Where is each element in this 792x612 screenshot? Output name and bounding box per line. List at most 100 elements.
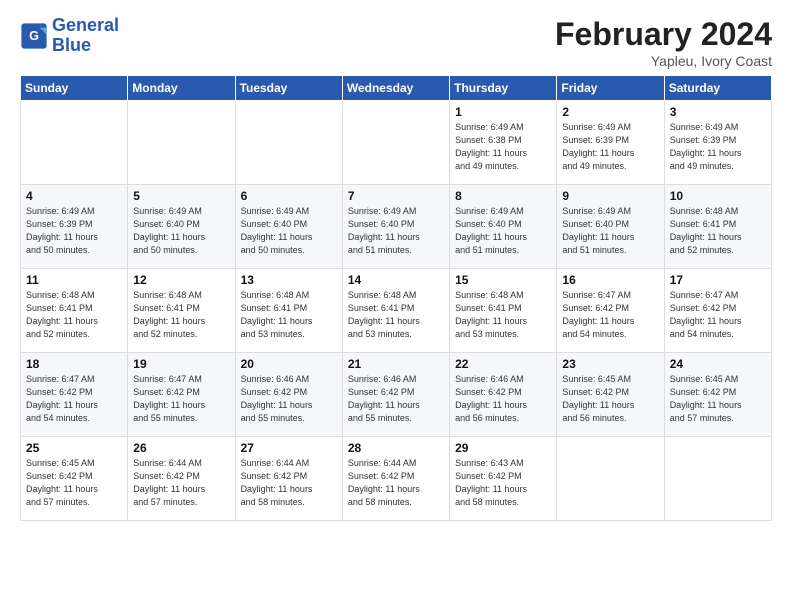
logo-line2: Blue	[52, 35, 91, 55]
calendar-cell	[21, 101, 128, 185]
day-info: Sunrise: 6:49 AM Sunset: 6:39 PM Dayligh…	[26, 205, 122, 257]
day-info: Sunrise: 6:46 AM Sunset: 6:42 PM Dayligh…	[455, 373, 551, 425]
calendar-cell	[342, 101, 449, 185]
day-info: Sunrise: 6:48 AM Sunset: 6:41 PM Dayligh…	[26, 289, 122, 341]
day-info: Sunrise: 6:47 AM Sunset: 6:42 PM Dayligh…	[26, 373, 122, 425]
day-number: 24	[670, 357, 766, 371]
day-number: 7	[348, 189, 444, 203]
day-number: 29	[455, 441, 551, 455]
calendar-cell: 27 Sunrise: 6:44 AM Sunset: 6:42 PM Dayli…	[235, 437, 342, 521]
calendar-cell	[664, 437, 771, 521]
calendar-title: February 2024	[555, 16, 772, 53]
calendar-cell: 13 Sunrise: 6:48 AM Sunset: 6:41 PM Dayli…	[235, 269, 342, 353]
day-info: Sunrise: 6:44 AM Sunset: 6:42 PM Dayligh…	[348, 457, 444, 509]
logo-text: General Blue	[52, 16, 119, 56]
day-number: 17	[670, 273, 766, 287]
day-number: 11	[26, 273, 122, 287]
day-number: 21	[348, 357, 444, 371]
calendar-cell: 16 Sunrise: 6:47 AM Sunset: 6:42 PM Dayli…	[557, 269, 664, 353]
day-info: Sunrise: 6:43 AM Sunset: 6:42 PM Dayligh…	[455, 457, 551, 509]
day-number: 13	[241, 273, 337, 287]
day-info: Sunrise: 6:48 AM Sunset: 6:41 PM Dayligh…	[241, 289, 337, 341]
calendar-cell: 26 Sunrise: 6:44 AM Sunset: 6:42 PM Dayli…	[128, 437, 235, 521]
calendar-cell: 29 Sunrise: 6:43 AM Sunset: 6:42 PM Dayli…	[450, 437, 557, 521]
day-info: Sunrise: 6:49 AM Sunset: 6:38 PM Dayligh…	[455, 121, 551, 173]
calendar-header-row: SundayMondayTuesdayWednesdayThursdayFrid…	[21, 76, 772, 101]
day-info: Sunrise: 6:48 AM Sunset: 6:41 PM Dayligh…	[670, 205, 766, 257]
day-number: 19	[133, 357, 229, 371]
calendar-cell: 4 Sunrise: 6:49 AM Sunset: 6:39 PM Daylig…	[21, 185, 128, 269]
calendar-cell: 14Sunrise: 6:48 AM Sunset: 6:41 PM Dayli…	[342, 269, 449, 353]
calendar-cell: 6 Sunrise: 6:49 AM Sunset: 6:40 PM Daylig…	[235, 185, 342, 269]
day-number: 25	[26, 441, 122, 455]
logo-line1: General	[52, 15, 119, 35]
calendar-cell	[235, 101, 342, 185]
day-info: Sunrise: 6:49 AM Sunset: 6:40 PM Dayligh…	[348, 205, 444, 257]
day-info: Sunrise: 6:48 AM Sunset: 6:41 PM Dayligh…	[348, 289, 444, 341]
calendar-cell: 21 Sunrise: 6:46 AM Sunset: 6:42 PM Dayli…	[342, 353, 449, 437]
page: G General Blue February 2024 Yapleu, Ivo…	[0, 0, 792, 612]
day-info: Sunrise: 6:49 AM Sunset: 6:39 PM Dayligh…	[670, 121, 766, 173]
calendar-cell: 25Sunrise: 6:45 AM Sunset: 6:42 PM Dayli…	[21, 437, 128, 521]
calendar-cell: 1 Sunrise: 6:49 AM Sunset: 6:38 PM Daylig…	[450, 101, 557, 185]
day-info: Sunrise: 6:49 AM Sunset: 6:39 PM Dayligh…	[562, 121, 658, 173]
calendar-cell: 7 Sunrise: 6:49 AM Sunset: 6:40 PM Daylig…	[342, 185, 449, 269]
day-info: Sunrise: 6:44 AM Sunset: 6:42 PM Dayligh…	[133, 457, 229, 509]
calendar-cell	[557, 437, 664, 521]
day-info: Sunrise: 6:48 AM Sunset: 6:41 PM Dayligh…	[133, 289, 229, 341]
day-number: 23	[562, 357, 658, 371]
day-number: 12	[133, 273, 229, 287]
day-number: 3	[670, 105, 766, 119]
day-info: Sunrise: 6:46 AM Sunset: 6:42 PM Dayligh…	[348, 373, 444, 425]
day-number: 1	[455, 105, 551, 119]
calendar-cell: 10 Sunrise: 6:48 AM Sunset: 6:41 PM Dayli…	[664, 185, 771, 269]
day-number: 20	[241, 357, 337, 371]
day-info: Sunrise: 6:45 AM Sunset: 6:42 PM Dayligh…	[670, 373, 766, 425]
calendar-subtitle: Yapleu, Ivory Coast	[555, 53, 772, 69]
day-header-saturday: Saturday	[664, 76, 771, 101]
calendar-cell: 5Sunrise: 6:49 AM Sunset: 6:40 PM Daylig…	[128, 185, 235, 269]
calendar-week-1: 4 Sunrise: 6:49 AM Sunset: 6:39 PM Daylig…	[21, 185, 772, 269]
day-info: Sunrise: 6:47 AM Sunset: 6:42 PM Dayligh…	[133, 373, 229, 425]
day-info: Sunrise: 6:49 AM Sunset: 6:40 PM Dayligh…	[241, 205, 337, 257]
calendar-week-3: 18 Sunrise: 6:47 AM Sunset: 6:42 PM Dayli…	[21, 353, 772, 437]
day-header-tuesday: Tuesday	[235, 76, 342, 101]
day-number: 26	[133, 441, 229, 455]
day-info: Sunrise: 6:47 AM Sunset: 6:42 PM Dayligh…	[670, 289, 766, 341]
calendar-cell: 19 Sunrise: 6:47 AM Sunset: 6:42 PM Dayli…	[128, 353, 235, 437]
day-number: 8	[455, 189, 551, 203]
calendar-cell: 11 Sunrise: 6:48 AM Sunset: 6:41 PM Dayli…	[21, 269, 128, 353]
calendar-cell: 20 Sunrise: 6:46 AM Sunset: 6:42 PM Dayli…	[235, 353, 342, 437]
day-header-friday: Friday	[557, 76, 664, 101]
day-info: Sunrise: 6:45 AM Sunset: 6:42 PM Dayligh…	[562, 373, 658, 425]
day-number: 4	[26, 189, 122, 203]
day-number: 28	[348, 441, 444, 455]
day-number: 5	[133, 189, 229, 203]
day-number: 18	[26, 357, 122, 371]
day-info: Sunrise: 6:49 AM Sunset: 6:40 PM Dayligh…	[455, 205, 551, 257]
day-info: Sunrise: 6:44 AM Sunset: 6:42 PM Dayligh…	[241, 457, 337, 509]
calendar-cell: 15 Sunrise: 6:48 AM Sunset: 6:41 PM Dayli…	[450, 269, 557, 353]
day-number: 22	[455, 357, 551, 371]
day-number: 27	[241, 441, 337, 455]
day-number: 10	[670, 189, 766, 203]
day-number: 6	[241, 189, 337, 203]
header: G General Blue February 2024 Yapleu, Ivo…	[20, 16, 772, 69]
day-info: Sunrise: 6:48 AM Sunset: 6:41 PM Dayligh…	[455, 289, 551, 341]
calendar-week-4: 25Sunrise: 6:45 AM Sunset: 6:42 PM Dayli…	[21, 437, 772, 521]
title-block: February 2024 Yapleu, Ivory Coast	[555, 16, 772, 69]
calendar-table: SundayMondayTuesdayWednesdayThursdayFrid…	[20, 75, 772, 521]
logo-icon: G	[20, 22, 48, 50]
day-info: Sunrise: 6:46 AM Sunset: 6:42 PM Dayligh…	[241, 373, 337, 425]
day-info: Sunrise: 6:49 AM Sunset: 6:40 PM Dayligh…	[562, 205, 658, 257]
day-number: 15	[455, 273, 551, 287]
day-info: Sunrise: 6:47 AM Sunset: 6:42 PM Dayligh…	[562, 289, 658, 341]
calendar-cell: 2 Sunrise: 6:49 AM Sunset: 6:39 PM Daylig…	[557, 101, 664, 185]
day-header-sunday: Sunday	[21, 76, 128, 101]
calendar-cell: 3 Sunrise: 6:49 AM Sunset: 6:39 PM Daylig…	[664, 101, 771, 185]
calendar-cell: 17 Sunrise: 6:47 AM Sunset: 6:42 PM Dayli…	[664, 269, 771, 353]
day-header-thursday: Thursday	[450, 76, 557, 101]
calendar-cell: 22 Sunrise: 6:46 AM Sunset: 6:42 PM Dayli…	[450, 353, 557, 437]
day-number: 2	[562, 105, 658, 119]
day-number: 16	[562, 273, 658, 287]
